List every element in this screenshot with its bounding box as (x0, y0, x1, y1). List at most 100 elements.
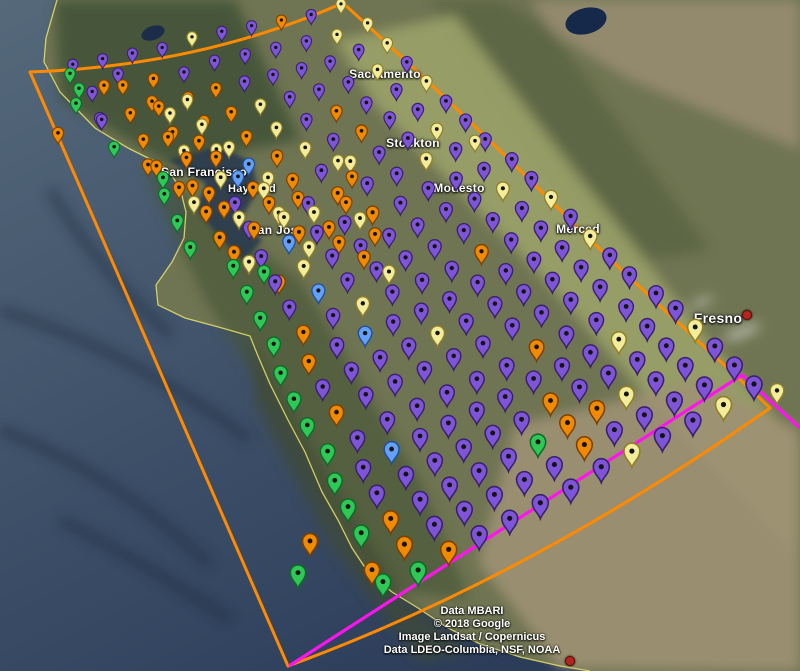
placemark-pin-green[interactable] (353, 525, 368, 548)
placemark-pin-yellow[interactable] (223, 141, 234, 158)
placemark-pin-purple[interactable] (343, 76, 354, 93)
placemark-pin-orange[interactable] (226, 106, 237, 123)
placemark-pin-purple[interactable] (209, 55, 219, 71)
placemark-pin-purple[interactable] (398, 467, 413, 490)
placemark-pin-orange[interactable] (203, 186, 215, 204)
placemark-pin-purple[interactable] (593, 459, 609, 483)
placemark-pin-yellow[interactable] (278, 211, 290, 229)
placemark-pin-purple[interactable] (401, 56, 412, 73)
placemark-pin-yellow[interactable] (243, 255, 255, 274)
placemark-pin-yellow[interactable] (196, 119, 207, 136)
placemark-pin-green[interactable] (65, 68, 76, 84)
placemark-pin-purple[interactable] (559, 326, 574, 348)
placemark-pin-green[interactable] (274, 366, 288, 386)
placemark-pin-purple[interactable] (359, 387, 373, 408)
placemark-pin-yellow[interactable] (362, 18, 372, 34)
placemark-pin-purple[interactable] (239, 76, 250, 92)
placemark-pin-purple[interactable] (341, 273, 354, 293)
placemark-pin-purple[interactable] (414, 303, 428, 323)
placemark-pin-orange[interactable] (153, 101, 164, 117)
placemark-pin-purple[interactable] (498, 389, 513, 411)
placemark-pin-yellow[interactable] (619, 386, 634, 409)
placemark-pin-purple[interactable] (402, 132, 414, 150)
placemark-pin-purple[interactable] (391, 167, 403, 185)
placemark-pin-orange[interactable] (302, 354, 316, 374)
placemark-pin-orange[interactable] (329, 405, 343, 426)
placemark-pin-purple[interactable] (450, 143, 462, 161)
placemark-pin-orange[interactable] (187, 180, 199, 197)
placemark-pin-purple[interactable] (603, 248, 617, 269)
placemark-pin-blue[interactable] (243, 158, 255, 175)
placemark-pin-purple[interactable] (301, 36, 311, 52)
placemark-pin-purple[interactable] (668, 301, 683, 323)
placemark-pin-purple[interactable] (313, 84, 324, 101)
placemark-pin-green[interactable] (74, 83, 85, 99)
placemark-pin-purple[interactable] (648, 372, 663, 395)
placemark-pin-orange[interactable] (577, 437, 593, 461)
placemark-pin-purple[interactable] (369, 485, 384, 508)
placemark-pin-orange[interactable] (52, 127, 63, 144)
placemark-pin-purple[interactable] (301, 113, 312, 130)
placemark-pin-purple[interactable] (555, 241, 569, 261)
placemark-pin-purple[interactable] (622, 267, 636, 288)
placemark-pin-orange[interactable] (366, 206, 378, 225)
placemark-pin-purple[interactable] (326, 249, 339, 268)
placemark-pin-yellow[interactable] (164, 107, 175, 124)
placemark-pin-purple[interactable] (441, 415, 456, 437)
placemark-pin-purple[interactable] (499, 264, 513, 284)
placemark-pin-purple[interactable] (412, 491, 427, 514)
placemark-pin-purple[interactable] (440, 385, 455, 407)
placemark-pin-green[interactable] (287, 392, 301, 413)
placemark-pin-purple[interactable] (316, 380, 330, 401)
placemark-pin-purple[interactable] (440, 95, 452, 112)
placemark-pin-purple[interactable] (373, 350, 387, 371)
placemark-pin-orange[interactable] (276, 15, 286, 30)
placemark-pin-green[interactable] (171, 214, 183, 232)
placemark-pin-orange[interactable] (162, 131, 173, 148)
placemark-pin-purple[interactable] (127, 48, 137, 63)
placemark-pin-orange[interactable] (148, 73, 158, 89)
placemark-pin-yellow[interactable] (356, 297, 369, 317)
placemark-pin-purple[interactable] (350, 430, 365, 452)
placemark-pin-purple[interactable] (746, 376, 762, 400)
placemark-pin-purple[interactable] (325, 56, 336, 72)
placemark-pin-blue[interactable] (283, 235, 295, 254)
placemark-pin-purple[interactable] (445, 261, 458, 281)
placemark-pin-yellow[interactable] (332, 155, 343, 172)
placemark-pin-purple[interactable] (327, 133, 339, 150)
placemark-pin-blue[interactable] (232, 171, 244, 188)
placemark-pin-orange[interactable] (331, 105, 342, 122)
placemark-pin-purple[interactable] (685, 412, 701, 436)
placemark-pin-purple[interactable] (428, 240, 441, 260)
placemark-pin-purple[interactable] (630, 352, 645, 375)
placemark-pin-orange[interactable] (297, 325, 310, 345)
placemark-pin-purple[interactable] (547, 457, 563, 481)
placemark-pin-purple[interactable] (478, 162, 490, 181)
placemark-pin-green[interactable] (375, 574, 390, 597)
placemark-pin-purple[interactable] (361, 97, 372, 114)
placemark-pin-orange[interactable] (369, 228, 381, 246)
placemark-pin-purple[interactable] (427, 516, 443, 540)
placemark-pin-yellow[interactable] (332, 29, 342, 45)
placemark-pin-orange[interactable] (247, 181, 259, 199)
placemark-pin-purple[interactable] (356, 460, 371, 482)
placemark-pin-purple[interactable] (459, 314, 473, 335)
placemark-pin-purple[interactable] (388, 374, 402, 395)
placemark-pin-purple[interactable] (402, 338, 416, 359)
placemark-pin-green[interactable] (227, 259, 239, 278)
placemark-pin-yellow[interactable] (303, 241, 315, 259)
placemark-pin-purple[interactable] (386, 285, 399, 305)
placemark-pin-orange[interactable] (589, 401, 604, 424)
placemark-pin-purple[interactable] (411, 218, 424, 237)
placemark-pin-orange[interactable] (125, 107, 136, 123)
placemark-pin-yellow[interactable] (188, 196, 200, 214)
placemark-pin-green[interactable] (267, 337, 280, 357)
placemark-pin-orange[interactable] (397, 536, 413, 560)
placemark-pin-yellow[interactable] (297, 260, 310, 279)
placemark-pin-orange[interactable] (358, 250, 370, 269)
placemark-pin-purple[interactable] (564, 209, 577, 229)
placemark-pin-purple[interactable] (412, 103, 424, 120)
placemark-pin-orange[interactable] (173, 181, 185, 199)
placemark-pin-yellow[interactable] (420, 152, 432, 170)
placemark-pin-purple[interactable] (361, 177, 373, 195)
